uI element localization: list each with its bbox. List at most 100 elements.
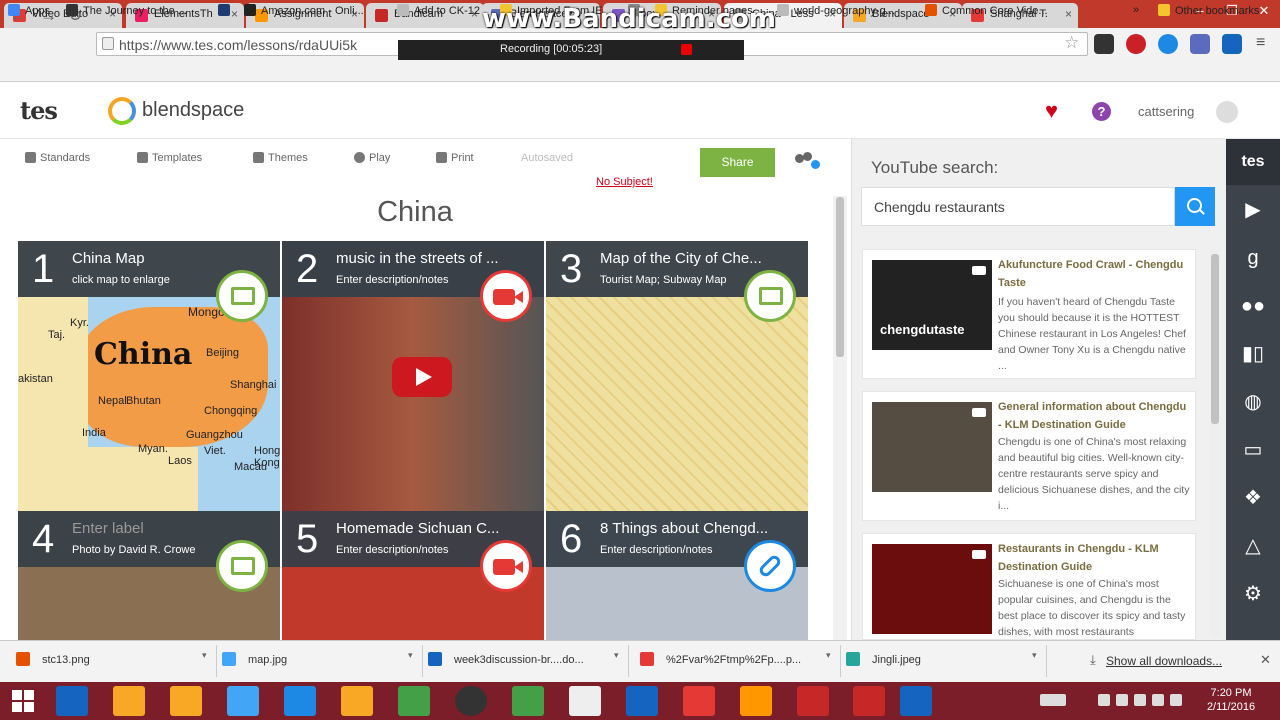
tab-close-icon[interactable]: × [1065,7,1072,21]
lesson-tile[interactable]: 6 8 Things about Chengd... Enter descripti… [546,511,808,640]
tes-source-icon[interactable]: tes [1226,139,1280,185]
google-drive-icon[interactable]: △ [1226,523,1280,569]
extension-icon[interactable] [1222,34,1242,54]
flickr-icon[interactable]: ●● [1226,283,1280,329]
chevron-down-icon[interactable]: ▾ [202,650,207,661]
bookmark-item[interactable]: Apps [8,4,50,17]
panel-icon[interactable]: ▮▯ [1226,331,1280,377]
tile-description[interactable]: Enter description/notes [336,544,449,556]
show-all-downloads-link[interactable]: Show all downloads... [1106,654,1222,668]
taskbar-app-icon[interactable] [170,686,202,716]
tile-description[interactable]: Photo by David R. Crowe [72,544,196,556]
help-icon[interactable]: ? [1092,102,1111,121]
video-thumbnail[interactable] [282,297,544,511]
bookmark-item[interactable]: Add to CK-12 [397,4,480,17]
no-subject-link[interactable]: No Subject! [596,176,653,188]
china-map-image[interactable]: China Mongolia Kyr. Taj. Beijing Shanghai Chon… [18,297,280,511]
windows-start-icon[interactable] [12,690,34,712]
youtube-thumbnail[interactable] [872,544,992,634]
bookmark-item[interactable]: Common Core Vide... [925,4,1048,17]
tile-title[interactable]: 8 Things about Chengd... [600,520,800,537]
taskbar-app-icon[interactable] [853,686,885,716]
star-icon[interactable]: ☆ [1064,33,1079,53]
flag-icon[interactable] [1116,694,1128,706]
standards-button[interactable]: Standards [25,152,90,164]
taskbar-app-icon[interactable] [683,686,715,716]
youtube-result-title[interactable]: General information about Chengdu - KLM … [998,398,1190,434]
bookmark-item[interactable]: The Journey to the ... [66,4,187,17]
image-type-icon[interactable] [216,270,268,322]
youtube-thumbnail[interactable] [872,402,992,492]
globe-icon[interactable]: ◍ [1226,379,1280,425]
taskbar-app-icon[interactable] [113,686,145,716]
youtube-thumbnail[interactable]: chengdutaste [872,260,992,350]
link-type-icon[interactable] [744,540,796,592]
extension-icon[interactable] [1190,34,1210,54]
taskbar-app-icon[interactable] [284,686,316,716]
lesson-tile[interactable]: 2 music in the streets of ... Enter descri… [282,241,544,511]
tile-title[interactable]: China Map [72,250,272,267]
chevron-down-icon[interactable]: ▾ [826,650,831,661]
system-clock[interactable]: 7:20 PM 2/11/2016 [1196,686,1266,714]
close-icon[interactable]: ✕ [1260,652,1271,668]
bookmark-item[interactable]: » [1133,4,1139,16]
record-stop-icon[interactable] [681,44,692,55]
avatar[interactable] [1216,101,1238,123]
download-item[interactable]: Jingli.jpeg ▾ [846,650,1037,666]
bookmark-item[interactable] [218,4,235,17]
chevron-down-icon[interactable]: ▾ [614,650,619,661]
taskbar-app-icon[interactable] [740,686,772,716]
taskbar-app-icon[interactable] [626,686,658,716]
chevron-down-icon[interactable]: ▾ [408,650,413,661]
taskbar-app-icon[interactable] [512,686,544,716]
tile-title[interactable]: Map of the City of Che... [600,250,800,267]
lesson-scrollbar-thumb[interactable] [836,197,844,357]
taskbar-app-icon[interactable] [455,686,487,716]
volume-icon[interactable] [1170,694,1182,706]
google-icon[interactable]: g [1226,235,1280,281]
taskbar-app-icon[interactable] [341,686,373,716]
lesson-tile[interactable]: 3 Map of the City of Che... Tourist Map; S… [546,241,808,511]
blendspace-logo-text[interactable]: blendspace [142,99,244,122]
themes-button[interactable]: Themes [253,152,308,164]
settings-icon[interactable]: ⚙ [1226,571,1280,617]
collaborators-icon[interactable] [795,152,820,170]
tile-description[interactable]: Enter description/notes [600,544,713,556]
taskbar-app-icon[interactable] [900,686,932,716]
taskbar-app-icon[interactable] [227,686,259,716]
youtube-result-title[interactable]: Akufuncture Food Crawl - Chengdu Taste [998,256,1190,292]
taskbar-app-icon[interactable] [797,686,829,716]
youtube-search-input[interactable] [861,187,1175,226]
youtube-result[interactable]: chengdutaste Akufuncture Food Crawl - Che… [862,249,1196,379]
taskbar-app-icon[interactable] [569,686,601,716]
taskbar-app-icon[interactable] [398,686,430,716]
bookmark-item[interactable]: world-geography-g... [777,4,895,17]
download-item[interactable]: week3discussion-br....do... ▾ [428,650,619,666]
bookmark-item[interactable]: Other bookmarks [1158,4,1259,17]
youtube-result-title[interactable]: Restaurants in Chengdu - KLM Destination… [998,540,1190,576]
print-button[interactable]: Print [436,152,474,164]
image-type-icon[interactable] [744,270,796,322]
youtube-result[interactable]: General information about Chengdu - KLM … [862,391,1196,521]
lesson-tile[interactable]: 5 Homemade Sichuan C... Enter description/… [282,511,544,640]
menu-icon[interactable]: ≡ [1256,34,1265,52]
youtube-result[interactable]: Restaurants in Chengdu - KLM Destination… [862,533,1196,640]
wifi-icon[interactable] [1152,694,1164,706]
play-button[interactable]: Play [354,152,390,164]
alarm-extension-icon[interactable] [1094,34,1114,54]
heart-icon[interactable]: ♥ [1045,98,1058,124]
tile-description[interactable]: click map to enlarge [72,274,170,286]
video-type-icon[interactable] [480,270,532,322]
lesson-tile[interactable]: China Mongolia Kyr. Taj. Beijing Shanghai Chon… [18,241,280,511]
download-item[interactable]: stc13.png ▾ [16,650,207,666]
city-map-image[interactable] [546,297,808,511]
tile-description[interactable]: Enter description/notes [336,274,449,286]
results-scrollbar-thumb[interactable] [1211,254,1219,424]
tile-title[interactable]: music in the streets of ... [336,250,536,267]
battery-icon[interactable] [1134,694,1146,706]
bookmark-item[interactable]: Amazon.com - Onli... [244,4,364,17]
chevron-down-icon[interactable]: ▾ [1032,650,1037,661]
pinterest-icon[interactable] [1126,34,1146,54]
lesson-title[interactable]: China [0,196,830,229]
templates-button[interactable]: Templates [137,152,202,164]
